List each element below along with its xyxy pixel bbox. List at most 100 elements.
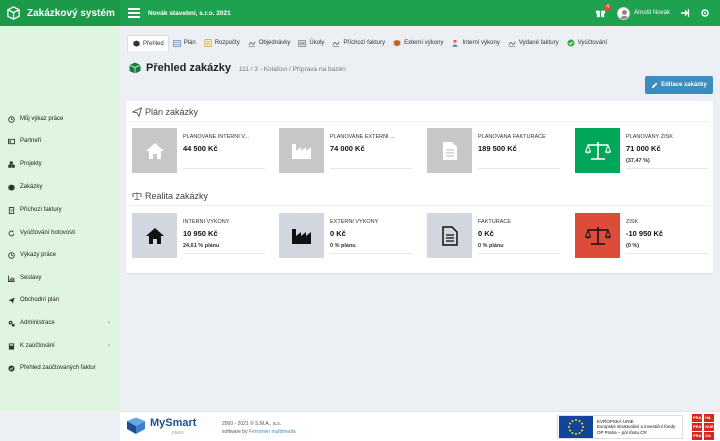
reality-box-external: EXTERNÍ VÝKONY 0 Kč 0 % plánu <box>279 213 415 258</box>
file-text-icon <box>427 128 472 173</box>
tab-interni-vykony[interactable]: Interní výkony <box>447 35 503 51</box>
tab-label: Externí výkony <box>404 40 444 46</box>
sidebar-item-zakazky[interactable]: Zakázky <box>0 179 120 195</box>
box-label: PLÁNOVANÝ ZISK <box>626 134 673 140</box>
notification-count-badge: 4 <box>604 4 611 11</box>
progress-line <box>183 168 265 169</box>
refresh-icon <box>8 230 15 237</box>
reality-box-internal: INTERNÍ VÝKONY 10 950 Kč 24,61 % plánu <box>132 213 268 258</box>
eu-funding-banner: EVROPSKÁ UNIE Evropské strukturální a in… <box>557 415 683 439</box>
edit-order-button[interactable]: Editace zakázky <box>645 76 713 94</box>
plan-box-profit: PLÁNOVANÝ ZISK 71 000 Kč (37,47 %) <box>575 128 711 173</box>
check-circle-icon <box>567 39 575 47</box>
company-name: Novák stavební, s.r.o. 2021 <box>148 9 231 17</box>
divider <box>130 121 709 122</box>
box-value: 0 Kč <box>478 229 494 238</box>
brand[interactable]: Zakázkový systém <box>0 0 120 26</box>
plan-title: Plán zakázky <box>145 107 199 117</box>
praha-text: PRA <box>693 415 702 420</box>
praha-text: PRA <box>693 433 702 438</box>
progress-line <box>183 253 265 254</box>
sidebar-item-vykazy-prace[interactable]: Výkazy práce <box>0 247 120 263</box>
box-label: EXTERNÍ VÝKONY <box>330 219 379 225</box>
sidebar-item-projekty[interactable]: Projekty <box>0 156 120 172</box>
industry-icon <box>279 128 324 173</box>
praha-text: HA <box>705 415 711 420</box>
tab-prichozi-faktury[interactable]: Příchozí faktury <box>328 35 389 51</box>
box-value: 10 950 Kč <box>183 229 218 238</box>
sidebar-item-obchodni-plan[interactable]: Obchodní plán <box>0 292 120 308</box>
clock-icon <box>8 115 15 123</box>
sidebar-item-partneri[interactable]: Partneři <box>0 133 120 149</box>
box-value: -10 950 Kč <box>626 229 664 238</box>
cubes-logo-icon <box>7 5 20 20</box>
avatar <box>616 6 630 20</box>
mysmart-logo-text: MySmart <box>150 417 197 429</box>
plan-section-title: Plán zakázky <box>132 107 198 117</box>
tab-rozpocty[interactable]: Rozpočty <box>200 35 244 51</box>
file-text-icon <box>427 213 472 258</box>
box-label: PLÁNOVANÁ FAKTURACE <box>478 134 546 140</box>
box-sub: 0 % plánu <box>478 243 504 249</box>
sidebar-item-prichozi-faktury[interactable]: Příchozí faktury <box>0 202 120 218</box>
signature-icon <box>332 39 340 47</box>
logout-icon[interactable] <box>680 8 690 18</box>
home-icon <box>132 128 177 173</box>
home-icon <box>132 213 177 258</box>
praha-text: GUE <box>705 424 714 429</box>
progress-line <box>330 168 412 169</box>
sidebar-item-label: Výkazy práce <box>20 252 57 258</box>
sidebar-item-label: Přehled zaúčtovaných faktur <box>20 365 96 371</box>
box-value: 74 000 Kč <box>330 144 365 153</box>
send-icon <box>132 107 142 117</box>
sidebar-item-vyuctovani-hotovosti[interactable]: Vyúčtování hotovosti <box>0 225 120 241</box>
sidebar-item-label: Sestavy <box>20 275 42 281</box>
settings-icon[interactable] <box>700 8 710 18</box>
balance-scale-icon <box>575 128 620 173</box>
tab-vydane-faktury[interactable]: Vydané faktury <box>504 35 563 51</box>
doc-icon <box>8 206 15 214</box>
tab-externi-vykony[interactable]: Externí výkony <box>389 35 447 51</box>
tab-objednavky[interactable]: Objednávky <box>244 35 295 51</box>
software-link[interactable]: Fenomen multimedia <box>249 429 296 435</box>
tab-ukoly[interactable]: Úkoly <box>294 35 328 51</box>
send-icon <box>8 296 15 304</box>
chevron-left-icon: ‹ <box>108 320 110 326</box>
box-sub: (37,47 %) <box>626 158 650 164</box>
tab-prehled[interactable]: Přehled <box>127 35 169 51</box>
sidebar-item-prehled-zauctovanych[interactable]: Přehled zaúčtovaných faktur <box>0 360 120 376</box>
sidebar-item-sestavy[interactable]: Sestavy <box>0 270 120 286</box>
tab-label: Přehled <box>143 40 164 47</box>
signature-icon <box>248 39 256 47</box>
sidebar-item-label: Můj výkaz práce <box>20 116 64 122</box>
copyright-line: 2000 - 2021 © S.M.A., a.s. <box>222 421 281 427</box>
box-sub: 24,61 % plánu <box>183 243 220 249</box>
box-sub: 0 % plánu <box>330 243 356 249</box>
software-by-label: software by <box>222 429 248 435</box>
balance-scale-icon <box>575 213 620 258</box>
app-title: Zakázkový systém <box>27 7 115 19</box>
tab-label: Vydané faktury <box>518 40 559 46</box>
user-menu[interactable]: Arnošt Novák <box>616 6 670 20</box>
industry-icon <box>279 213 324 258</box>
sidebar-item-label: Zakázky <box>20 184 43 190</box>
tab-vyuctovani[interactable]: Vyúčtování <box>563 35 611 51</box>
top-navbar: Zakázkový systém Novák stavební, s.r.o. … <box>0 0 720 26</box>
sidebar-item-muj-vykaz[interactable]: Můj výkaz práce <box>0 111 120 127</box>
box-label: ZISK <box>626 219 639 225</box>
box-label: INTERNÍ VÝKONY <box>183 219 230 225</box>
eu-text: EVROPSKÁ UNIE Evropské strukturální a in… <box>593 419 675 436</box>
sidebar-item-administrace[interactable]: Administrace ‹ <box>0 315 120 331</box>
tab-label: Rozpočty <box>214 40 240 46</box>
sidebar-item-label: Obchodní plán <box>20 297 60 303</box>
tab-plan[interactable]: Plán <box>169 35 200 51</box>
menu-toggle-icon[interactable] <box>128 8 140 18</box>
box-value: 71 000 Kč <box>626 144 661 153</box>
mysmartplace-logo-icon <box>127 417 145 434</box>
sidebar-item-k-zauctovani[interactable]: K zaúčtování ‹ <box>0 338 120 354</box>
page-title: Přehled zakázky <box>146 62 231 74</box>
notifications-button[interactable]: 4 <box>595 4 611 19</box>
calc-icon <box>8 342 15 350</box>
box-label: FAKTURACE <box>478 219 512 225</box>
tab-label: Interní výkony <box>462 40 500 46</box>
